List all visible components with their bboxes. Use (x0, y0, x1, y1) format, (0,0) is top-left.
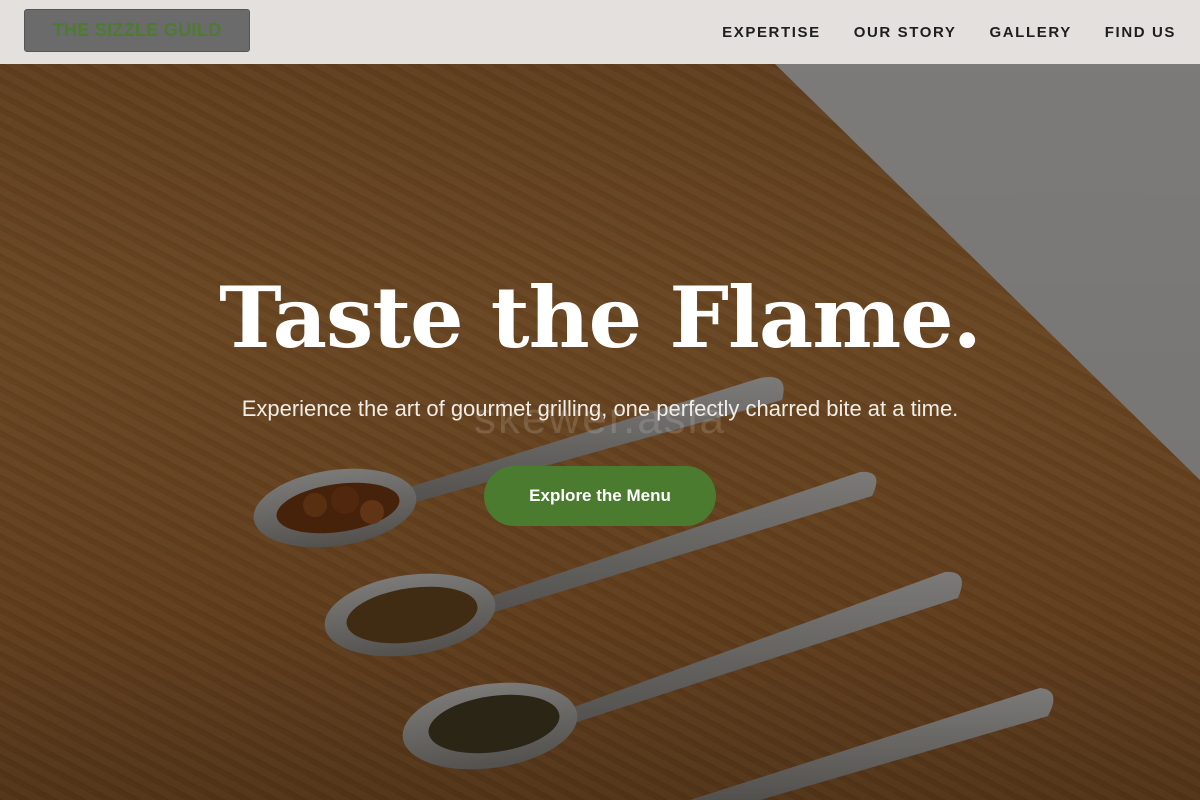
site-header: THE SIZZLE GUILD EXPERTISE OUR STORY GAL… (0, 0, 1200, 64)
site-logo[interactable]: THE SIZZLE GUILD (24, 9, 250, 52)
nav-link-find-us[interactable]: FIND US (1105, 24, 1176, 41)
nav-link-our-story[interactable]: OUR STORY (854, 24, 957, 41)
hero-title: Taste the Flame. (219, 268, 982, 367)
main-nav: EXPERTISE OUR STORY GALLERY FIND US (722, 0, 1176, 64)
nav-link-expertise[interactable]: EXPERTISE (722, 24, 821, 41)
hero-subtitle: Experience the art of gourmet grilling, … (241, 396, 959, 421)
explore-menu-button[interactable]: Explore the Menu (484, 466, 716, 526)
nav-link-gallery[interactable]: GALLERY (989, 24, 1071, 41)
